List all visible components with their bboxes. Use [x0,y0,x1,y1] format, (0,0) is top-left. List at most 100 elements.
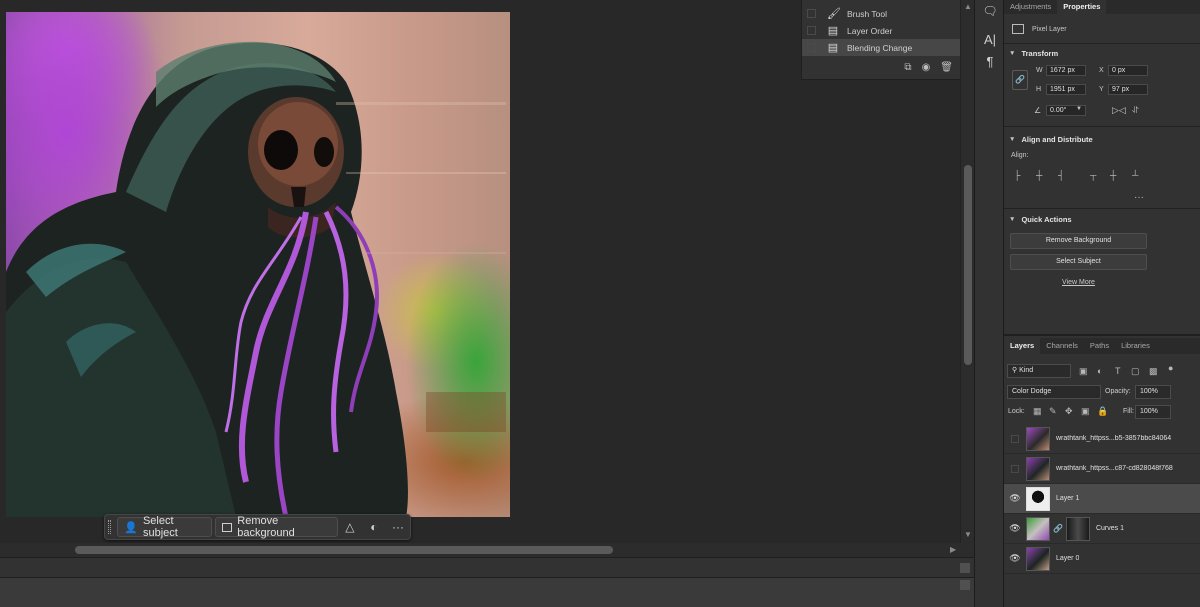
history-item-selected[interactable]: ▤ Blending Change [802,39,960,56]
blend-mode-select[interactable]: Color Dodge [1007,385,1101,399]
tab-adjustments[interactable]: Adjustments [1004,0,1057,14]
scroll-thumb[interactable] [964,165,972,365]
adjustment-button[interactable]: ◐ [362,517,386,537]
person-icon: 👤 [124,521,138,534]
filter-type-icon[interactable]: T [1115,366,1121,376]
layer-row-selected[interactable]: 👁 Layer 1 [1004,484,1200,514]
opacity-field[interactable]: 100% [1135,385,1171,399]
more-options-button[interactable]: ··· [386,517,410,537]
layer-row[interactable]: 👁 🔗 Curves 1 [1004,514,1200,544]
align-section-header[interactable]: ▼ Align and Distribute [1004,135,1093,144]
x-field[interactable]: 0 px [1108,65,1148,76]
history-checkbox[interactable] [807,43,816,52]
lock-artboard-icon[interactable]: ▣ [1081,406,1090,417]
canvas-vertical-scrollbar[interactable]: ▲ ▼ [960,0,974,543]
lock-paint-icon[interactable]: ✎ [1049,406,1057,417]
link-icon[interactable]: 🔗 [1012,70,1028,90]
filter-toggle-icon[interactable]: ● [1168,363,1173,373]
more-icon[interactable]: ··· [1134,192,1144,203]
view-more-link[interactable]: View More [1062,279,1095,286]
artwork-canvas-image[interactable] [6,12,510,517]
flip-vertical-icon[interactable]: ⥯ [1132,105,1139,116]
select-subject-button[interactable]: 👤 Select subject [117,515,212,539]
w-label: W [1036,67,1043,74]
align-middle-v-icon[interactable]: ┼ [1110,170,1116,180]
history-item[interactable]: 🖌 Brush Tool [802,5,960,22]
lock-position-icon[interactable]: ✥ [1065,406,1073,417]
scroll-right-icon[interactable]: ▶ [950,545,956,554]
contextual-task-bar: 👤 Select subject Remove background △ ◐ ·… [104,514,411,540]
layer-thumbnail [1026,546,1050,571]
visibility-toggle[interactable] [1011,464,1019,473]
scroll-down-icon[interactable]: ▼ [964,530,972,539]
tab-paths[interactable]: Paths [1084,338,1115,354]
trash-icon[interactable]: 🗑 [940,62,953,73]
flip-horizontal-icon[interactable]: ▷◁ [1112,105,1126,116]
history-panel: 🖌 Brush Tool ▤ Layer Order ▤ Blending Ch… [801,0,960,80]
tab-layers[interactable]: Layers [1004,338,1041,354]
align-top-icon[interactable]: ┬ [1090,170,1096,180]
layer-name: wrathtank_httpss...c87-cd828048f768 [1056,465,1173,472]
layer-name: Curves 1 [1095,525,1124,532]
layer-thumbnail [1026,456,1050,481]
eye-icon[interactable]: 👁 [1004,553,1026,564]
comments-icon[interactable]: 🗨 [975,4,1005,18]
layer-row[interactable]: wrathtank_httpss...b5-3857bbc84064 [1004,424,1200,454]
filter-smart-object-icon[interactable]: ▩ [1149,366,1158,377]
history-checkbox[interactable] [807,9,816,18]
filter-adjustment-icon[interactable]: ◐ [1097,366,1102,376]
scroll-thumb[interactable] [75,546,613,554]
visibility-toggle[interactable] [1011,434,1019,443]
filter-kind-label: Kind [1019,367,1034,374]
character-icon[interactable]: A| [975,32,1005,47]
opacity-label: Opacity: [1105,388,1131,395]
camera-icon[interactable]: ◉ [922,62,931,73]
layer-row[interactable]: wrathtank_httpss...c87-cd828048f768 [1004,454,1200,484]
paragraph-icon[interactable]: ¶ [975,54,1005,69]
transform-section-header[interactable]: ▼ Transform [1004,49,1058,58]
new-document-from-state-icon[interactable]: ⧉ [904,62,911,73]
half-circle-icon: ◐ [370,520,378,534]
align-bottom-icon[interactable]: ┴ [1132,170,1138,180]
transform-icon: △ [345,520,355,534]
height-field[interactable]: 1951 px [1046,84,1086,95]
align-right-icon[interactable]: ┤ [1058,170,1064,180]
filter-pixel-icon[interactable]: ▣ [1079,366,1088,377]
canvas-horizontal-scrollbar[interactable]: ▶ [0,543,974,557]
tab-properties[interactable]: Properties [1057,0,1107,14]
remove-background-qa-button[interactable]: Remove Background [1010,233,1147,249]
layer-row[interactable]: 👁 Layer 0 [1004,544,1200,574]
chevron-down-icon[interactable]: ▼ [1076,106,1082,112]
chevron-down-icon: ▼ [1009,136,1016,143]
transform-button[interactable]: △ [338,517,362,537]
quick-actions-header[interactable]: ▼ Quick Actions [1004,215,1072,224]
align-center-h-icon[interactable]: ┼ [1036,170,1042,180]
tab-libraries[interactable]: Libraries [1115,338,1156,354]
x-label: X [1099,67,1104,74]
panel-icon-strip: 🗨 A| ¶ [974,0,1004,607]
lock-transparent-icon[interactable]: ▦ [1033,406,1042,417]
fill-field[interactable]: 100% [1135,405,1171,419]
select-subject-qa-button[interactable]: Select Subject [1010,254,1147,270]
width-field[interactable]: 1672 px [1046,65,1086,76]
layer-name: Layer 1 [1056,495,1080,502]
layer-thumbnail [1026,486,1050,511]
scroll-up-icon[interactable]: ▲ [964,2,972,11]
history-item[interactable]: ▤ Layer Order [802,22,960,39]
lock-all-icon[interactable]: 🔒 [1097,406,1108,417]
eye-icon[interactable]: 👁 [1004,493,1026,504]
y-field[interactable]: 97 px [1108,84,1148,95]
taskbar-drag-handle[interactable] [105,515,114,539]
pixel-layer-icon [1012,24,1024,34]
right-panel: Adjustments Properties Pixel Layer ▼ Tra… [1004,0,1200,607]
history-checkbox[interactable] [807,26,816,35]
hooded-skull-painting [6,41,506,517]
layer-filter-kind[interactable]: ⚲ Kind [1007,364,1071,378]
filter-shape-icon[interactable]: ▢ [1131,366,1140,377]
eye-icon[interactable]: 👁 [1004,523,1026,534]
align-left-icon[interactable]: ├ [1014,170,1020,180]
remove-background-button[interactable]: Remove background [214,515,338,539]
layer-thumbnail [1026,426,1050,451]
canvas-area[interactable]: 👤 Select subject Remove background △ ◐ ·… [0,0,960,543]
tab-channels[interactable]: Channels [1040,338,1084,354]
